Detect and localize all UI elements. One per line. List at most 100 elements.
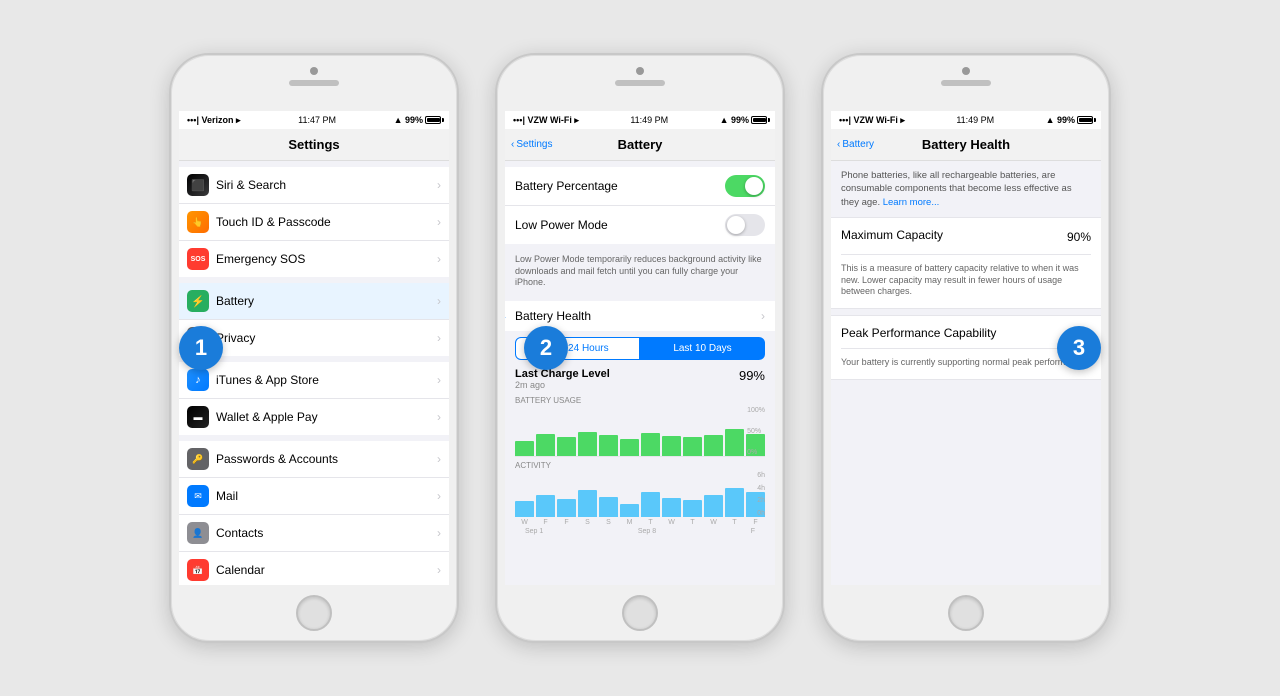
speaker xyxy=(289,80,339,86)
bh-intro: Phone batteries, like all rechargeable b… xyxy=(831,161,1101,217)
bar xyxy=(620,504,639,518)
bar xyxy=(515,441,534,456)
signal-1: ▲ 99% xyxy=(394,115,441,125)
nav-title-1: Settings xyxy=(288,137,339,152)
step-3-circle: 3 xyxy=(1057,326,1101,370)
carrier-3: •••| VZW Wi-Fi ▸ xyxy=(839,115,905,126)
bar xyxy=(557,499,576,517)
bar xyxy=(683,500,702,517)
divider-2 xyxy=(841,348,1091,349)
nav-bar-1: Settings xyxy=(179,129,449,161)
list-item[interactable]: ♪ iTunes & App Store › xyxy=(179,362,449,399)
list-item[interactable]: SOS Emergency SOS › xyxy=(179,241,449,277)
time-2: 11:49 PM xyxy=(630,115,668,125)
status-bar-1: •••| Verizon ▸ 11:47 PM ▲ 99% xyxy=(179,111,449,129)
bar xyxy=(641,492,660,517)
itunes-icon: ♪ xyxy=(187,369,209,391)
battery-percentage-row[interactable]: Battery Percentage xyxy=(505,167,775,206)
date-range: Sep 1 Sep 8 F xyxy=(515,528,765,535)
bar xyxy=(641,433,660,457)
signal-2: ▲ 99% xyxy=(720,115,767,125)
battery-percentage-toggle[interactable] xyxy=(725,175,765,197)
time-1: 11:47 PM xyxy=(298,115,336,125)
home-button-1[interactable] xyxy=(296,595,332,631)
touch-id-icon: 👆 xyxy=(187,211,209,233)
camera-icon xyxy=(310,67,318,75)
nav-title-2: Battery xyxy=(618,137,663,152)
list-item[interactable]: ⚡ Battery › xyxy=(179,283,449,320)
battery-usage-chart: BATTERY USAGE xyxy=(505,394,775,537)
learn-more-link[interactable]: Learn more... xyxy=(883,197,940,208)
bar xyxy=(683,437,702,456)
time-3: 11:49 PM xyxy=(956,115,994,125)
phone-2-top xyxy=(615,67,665,86)
bar xyxy=(536,434,555,456)
step-2-circle: 2 xyxy=(524,326,568,370)
nav-bar-3: ‹ Battery Battery Health xyxy=(831,129,1101,161)
bar xyxy=(725,429,744,456)
contacts-icon: 👤 xyxy=(187,522,209,544)
battery-icon-3 xyxy=(1077,116,1093,124)
settings-group-4: 🔑 Passwords & Accounts › ✉ Mail › 👤 Cont… xyxy=(179,441,449,585)
list-item[interactable]: 🔑 Passwords & Accounts › xyxy=(179,441,449,478)
bar xyxy=(536,495,555,518)
mail-icon: ✉ xyxy=(187,485,209,507)
bar xyxy=(704,435,723,457)
battery-toggle-group: Battery Percentage Low Power Mode xyxy=(505,167,775,244)
phone-1-top xyxy=(289,67,339,86)
low-power-note: Low Power Mode temporarily reduces backg… xyxy=(505,250,775,295)
wallet-icon: ▬ xyxy=(187,406,209,428)
passwords-icon: 🔑 xyxy=(187,448,209,470)
nav-bar-2: ‹ Settings Battery xyxy=(505,129,775,161)
home-button-2[interactable] xyxy=(622,595,658,631)
emergency-sos-icon: SOS xyxy=(187,248,209,270)
settings-group-3: ♪ iTunes & App Store › ▬ Wallet & Apple … xyxy=(179,362,449,435)
home-button-3[interactable] xyxy=(948,595,984,631)
settings-group-1: ⬛ Siri & Search › 👆 Touch ID & Passcode … xyxy=(179,167,449,277)
bar xyxy=(725,488,744,517)
back-button-3[interactable]: ‹ Battery xyxy=(837,139,874,150)
max-capacity-group: Maximum Capacity 90% This is a measure o… xyxy=(831,217,1101,309)
list-item[interactable]: 👆 Touch ID & Passcode › xyxy=(179,204,449,241)
status-bar-3: •••| VZW Wi-Fi ▸ 11:49 PM ▲ 99% xyxy=(831,111,1101,129)
list-item[interactable]: ✉ Mail › xyxy=(179,478,449,515)
bar xyxy=(704,495,723,518)
speaker-3 xyxy=(941,80,991,86)
bar xyxy=(578,432,597,457)
battery-settings-icon: ⚡ xyxy=(187,290,209,312)
bar-chart-green: 100% 50% 0% xyxy=(515,407,765,457)
bar xyxy=(578,490,597,517)
bar xyxy=(662,436,681,456)
list-item[interactable]: 📅 Calendar › xyxy=(179,552,449,585)
camera-icon-3 xyxy=(962,67,970,75)
last-10d-button[interactable]: Last 10 Days xyxy=(640,337,765,360)
step-1-circle: 1 xyxy=(179,326,223,370)
battery-icon-2 xyxy=(751,116,767,124)
list-item[interactable]: ⬛ Siri & Search › xyxy=(179,167,449,204)
nav-title-3: Battery Health xyxy=(922,137,1010,152)
bar xyxy=(746,492,765,517)
camera-icon-2 xyxy=(636,67,644,75)
bar xyxy=(746,434,765,457)
health-chevron: › xyxy=(761,309,765,323)
bar-chart-blue: 6h 4h 2h 0h xyxy=(515,472,765,517)
low-power-toggle[interactable] xyxy=(725,214,765,236)
bar xyxy=(515,501,534,517)
carrier-2: •••| VZW Wi-Fi ▸ xyxy=(513,115,579,126)
status-bar-2: •••| VZW Wi-Fi ▸ 11:49 PM ▲ 99% xyxy=(505,111,775,129)
calendar-icon: 📅 xyxy=(187,559,209,581)
list-item[interactable]: 👤 Contacts › xyxy=(179,515,449,552)
bar xyxy=(599,435,618,456)
list-item[interactable]: ▬ Wallet & Apple Pay › xyxy=(179,399,449,435)
bar xyxy=(620,439,639,456)
battery-icon-1 xyxy=(425,116,441,124)
back-button-2[interactable]: ‹ Settings xyxy=(511,139,552,150)
max-capacity-row: Maximum Capacity 90% xyxy=(841,228,1091,246)
x-axis: W F F S S M T W T W T F xyxy=(515,517,765,528)
phone-3-top xyxy=(941,67,991,86)
low-power-row[interactable]: Low Power Mode xyxy=(505,206,775,244)
settings-list: ⬛ Siri & Search › 👆 Touch ID & Passcode … xyxy=(179,161,449,585)
bar xyxy=(599,497,618,517)
signal-3: ▲ 99% xyxy=(1046,115,1093,125)
bar xyxy=(557,437,576,456)
